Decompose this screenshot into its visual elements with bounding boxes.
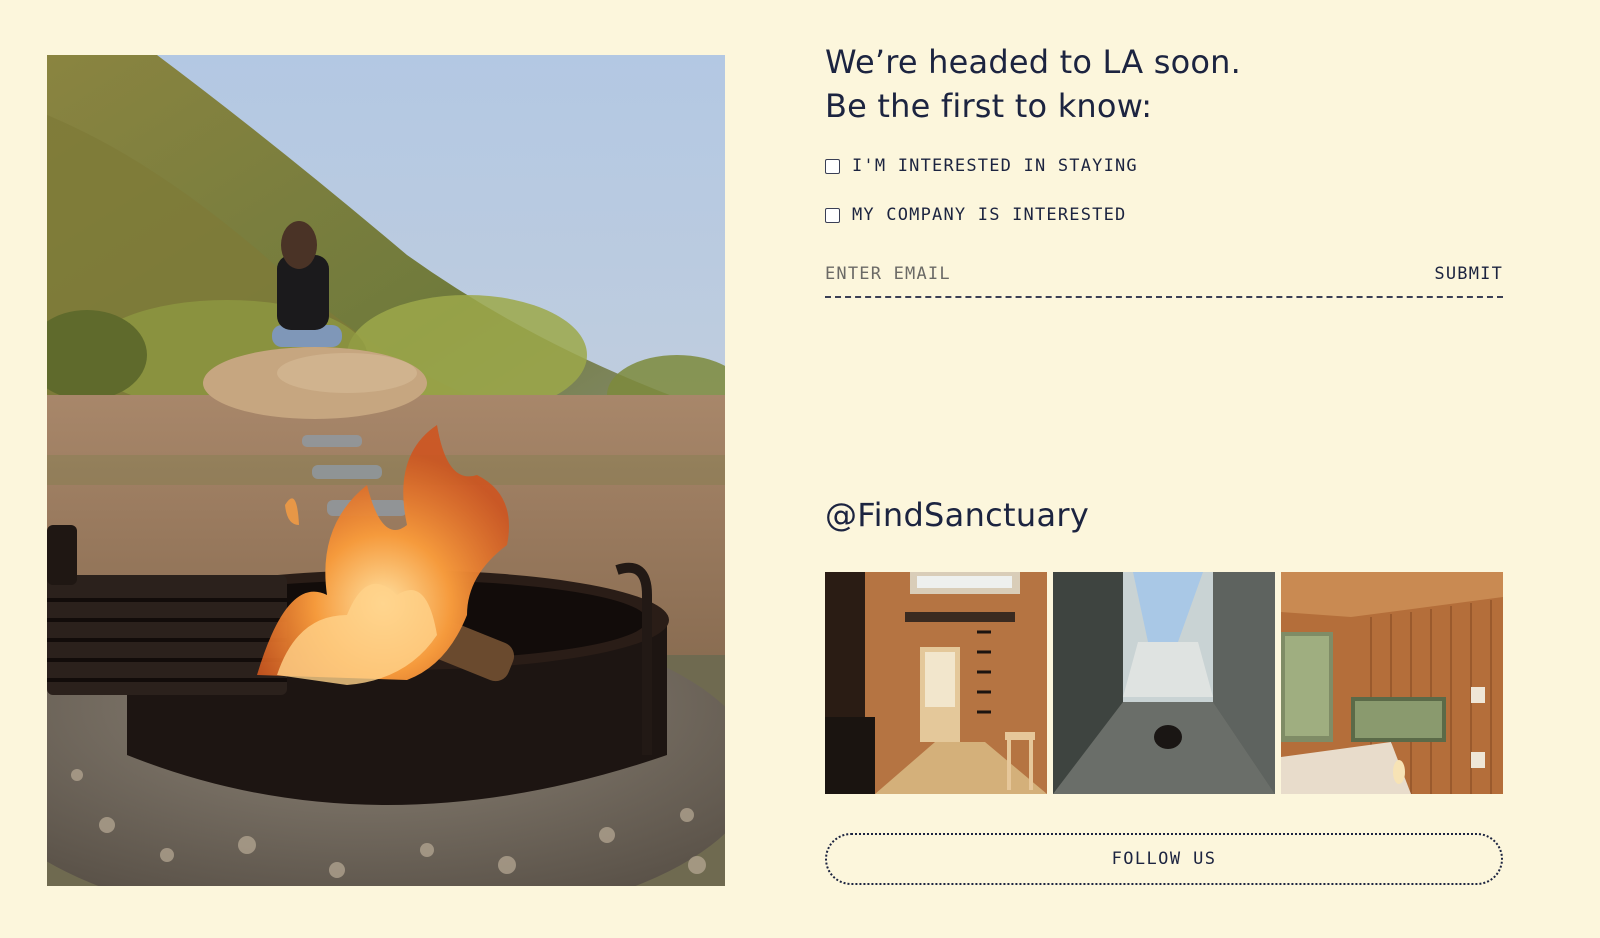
skylight-photo <box>1053 572 1275 794</box>
social-handle[interactable]: @FindSanctuary <box>825 496 1089 534</box>
hero-photo <box>47 55 725 886</box>
signup-section: We’re headed to LA soon. Be the first to… <box>825 40 1503 298</box>
staying-checkbox[interactable] <box>825 158 840 174</box>
email-input[interactable] <box>825 264 1345 284</box>
option-company[interactable]: MY COMPANY IS INTERESTED <box>825 203 1503 227</box>
wood-bedroom-photo <box>1281 572 1503 794</box>
instagram-gallery <box>825 572 1503 794</box>
submit-button[interactable]: SUBMIT <box>1434 264 1503 284</box>
headline-line-2: Be the first to know: <box>825 87 1153 125</box>
company-checkbox[interactable] <box>825 207 840 223</box>
interest-options: I'M INTERESTED IN STAYING MY COMPANY IS … <box>825 154 1503 227</box>
staying-label: I'M INTERESTED IN STAYING <box>852 156 1138 176</box>
gallery-item[interactable] <box>825 572 1047 794</box>
signup-headline: We’re headed to LA soon. Be the first to… <box>825 40 1503 128</box>
email-form: SUBMIT <box>825 252 1503 298</box>
option-staying[interactable]: I'M INTERESTED IN STAYING <box>825 154 1503 178</box>
follow-us-button[interactable]: FOLLOW US <box>825 833 1503 885</box>
cabin-interior-photo <box>825 572 1047 794</box>
campfire-hillside-photo <box>47 55 725 886</box>
headline-line-1: We’re headed to LA soon. <box>825 43 1242 81</box>
gallery-item[interactable] <box>1053 572 1275 794</box>
gallery-item[interactable] <box>1281 572 1503 794</box>
company-label: MY COMPANY IS INTERESTED <box>852 205 1127 225</box>
